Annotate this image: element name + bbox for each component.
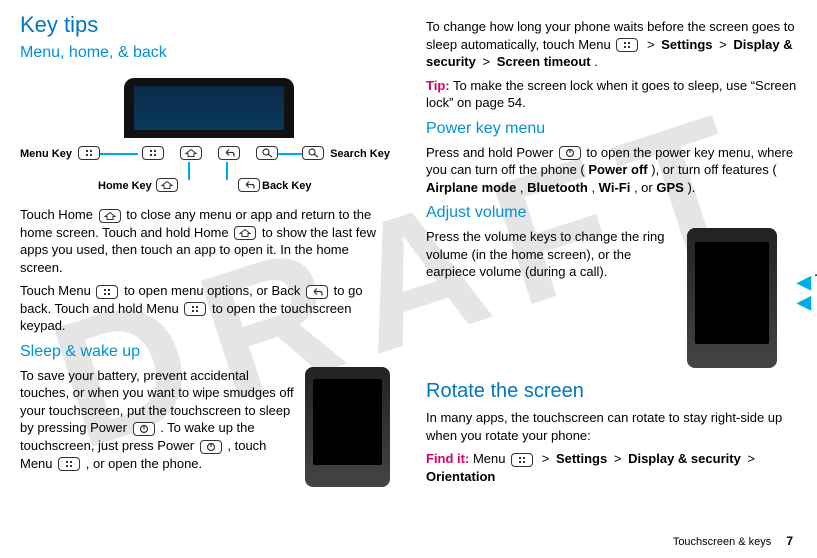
path-settings: Settings — [556, 451, 607, 466]
search-key-label-icon — [302, 146, 324, 160]
heading-rotate-screen: Rotate the screen — [426, 380, 797, 403]
menu-key-icon — [142, 146, 164, 160]
menu-key-label-icon — [78, 146, 100, 160]
bluetooth-label: Bluetooth — [527, 180, 588, 195]
label-home-key: Home Key — [98, 180, 152, 192]
back-icon — [306, 285, 328, 299]
separator: > — [614, 451, 625, 466]
separator: > — [747, 451, 755, 466]
heading-power-key-menu: Power key menu — [426, 120, 797, 138]
power-off-label: Power off — [588, 162, 647, 177]
text: ). — [687, 180, 695, 195]
page-footer: Touchscreen & keys 7 — [673, 534, 793, 548]
label-back-key: Back Key — [262, 180, 312, 192]
leader-search — [278, 153, 302, 155]
phone-image — [687, 228, 777, 368]
heading-menu-home-back: Menu, home, & back — [20, 44, 390, 62]
paragraph-screen-timeout: To change how long your phone waits befo… — [426, 18, 797, 71]
tip-paragraph: Tip: To make the screen lock when it goe… — [426, 77, 797, 112]
power-icon — [133, 422, 155, 436]
airplane-mode-label: Airplane mode — [426, 180, 516, 195]
separator: > — [719, 37, 730, 52]
path-screen-timeout: Screen timeout — [497, 54, 591, 69]
volume-phone-diagram: ◀ ◀ + - — [687, 228, 797, 368]
page-number: 7 — [786, 534, 793, 548]
path-orientation: Orientation — [426, 469, 495, 484]
path-display-security: Display & security — [628, 451, 741, 466]
path-settings: Settings — [661, 37, 712, 52]
findit-paragraph: Find it: Menu > Settings > Display & sec… — [426, 450, 797, 485]
text: ), or turn off features ( — [651, 162, 776, 177]
gps-label: GPS — [656, 180, 683, 195]
arrow-down-icon: ◀ — [797, 292, 811, 313]
text: Touch Menu — [20, 283, 94, 298]
heading-key-tips: Key tips — [20, 12, 390, 38]
footer-section: Touchscreen & keys — [673, 536, 771, 548]
paragraph-menu-back: Touch Menu to open menu options, or Back… — [20, 282, 390, 335]
text: Press and hold Power — [426, 145, 557, 160]
label-search-key: Search Key — [330, 148, 390, 160]
text: to open menu options, or Back — [124, 283, 304, 298]
menu-icon — [511, 453, 533, 467]
back-key-label-icon — [238, 178, 260, 192]
heading-adjust-volume: Adjust volume — [426, 204, 797, 222]
tip-text: To make the screen lock when it goes to … — [426, 78, 796, 111]
text: , — [591, 180, 598, 195]
separator: > — [542, 451, 553, 466]
menu-icon — [96, 285, 118, 299]
menu-icon — [616, 38, 638, 52]
home-icon — [234, 226, 256, 240]
wifi-label: Wi-Fi — [599, 180, 631, 195]
power-icon — [559, 146, 581, 160]
text: Menu — [473, 451, 509, 466]
leader-menu — [100, 153, 138, 155]
menu-icon — [58, 457, 80, 471]
search-key-icon — [256, 146, 278, 160]
text: Touch Home — [20, 207, 97, 222]
arrow-up-icon: ◀ — [797, 272, 811, 293]
home-icon — [99, 209, 121, 223]
paragraph-power-menu: Press and hold Power to open the power k… — [426, 144, 797, 197]
phone-keys-diagram: Menu Key Search Key Home Key Back Key — [20, 70, 390, 200]
text: . — [594, 54, 598, 69]
phone-thumbnail-image — [305, 367, 390, 487]
findit-label: Find it: — [426, 451, 469, 466]
heading-sleep-wake: Sleep & wake up — [20, 343, 390, 361]
power-icon — [200, 440, 222, 454]
leader-home — [188, 162, 190, 180]
label-menu-key: Menu Key — [20, 148, 72, 160]
home-key-icon — [180, 146, 202, 160]
text: , or — [634, 180, 656, 195]
paragraph-rotate: In many apps, the touchscreen can rotate… — [426, 409, 797, 444]
tip-label: Tip: — [426, 78, 450, 93]
separator: > — [483, 54, 494, 69]
leader-back — [226, 162, 228, 180]
phone-screen — [134, 86, 284, 130]
back-key-icon — [218, 146, 240, 160]
paragraph-home-usage: Touch Home to close any menu or app and … — [20, 206, 390, 276]
separator: > — [647, 37, 658, 52]
home-key-label-icon — [156, 178, 178, 192]
left-column: Key tips Menu, home, & back Menu Key Sea… — [20, 12, 390, 493]
menu-icon — [184, 302, 206, 316]
right-column: To change how long your phone waits befo… — [426, 12, 797, 493]
text: , or open the phone. — [86, 456, 202, 471]
